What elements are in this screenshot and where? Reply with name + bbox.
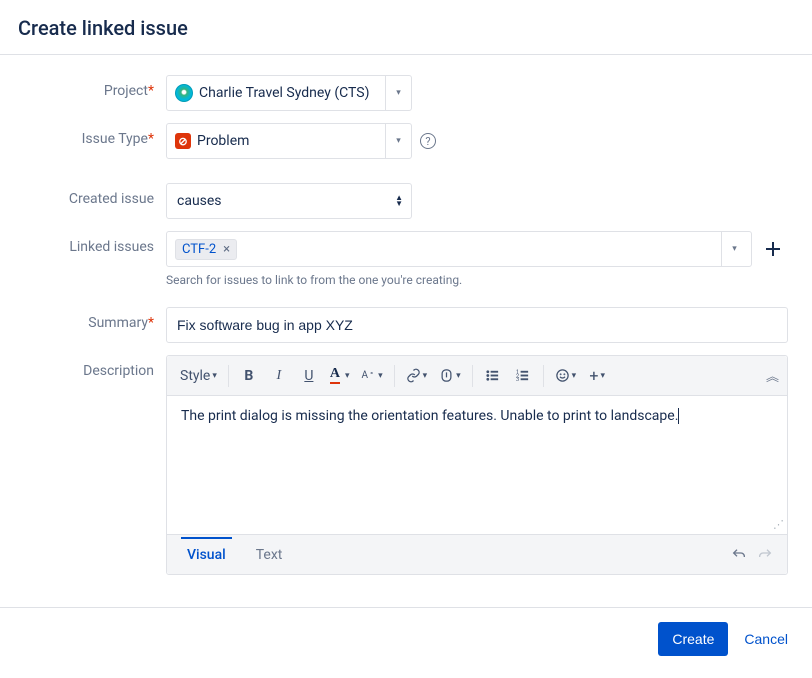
attachment-icon: [439, 368, 454, 383]
row-project: Project* Charlie Travel Sydney (CTS): [0, 75, 812, 111]
underline-button[interactable]: U: [295, 362, 323, 390]
label-summary-text: Summary: [88, 315, 148, 331]
dialog-footer: Create Cancel: [0, 607, 812, 670]
editor-toolbar: Style▾ B I U A▾ A°▾ ▾ ▾: [167, 356, 787, 396]
editor-tabs: Visual Text: [167, 534, 787, 574]
project-select[interactable]: Charlie Travel Sydney (CTS): [166, 75, 412, 111]
text-color-button[interactable]: A▾: [325, 362, 355, 390]
summary-input[interactable]: [166, 307, 788, 343]
required-asterisk: *: [148, 131, 154, 147]
resize-grip-icon[interactable]: ⋰: [773, 518, 784, 531]
bullet-list-button[interactable]: [479, 362, 507, 390]
svg-text:3: 3: [516, 377, 519, 383]
help-icon[interactable]: ?: [420, 133, 436, 149]
form-body: Project* Charlie Travel Sydney (CTS) Iss…: [0, 55, 812, 607]
add-link-button[interactable]: [758, 231, 788, 267]
issue-key: CTF-2: [182, 242, 216, 257]
issue-type-select[interactable]: ⊘ Problem: [166, 123, 412, 159]
description-text: The print dialog is missing the orientat…: [181, 408, 678, 424]
label-created-issue: Created issue: [24, 183, 166, 207]
emoji-icon: [555, 368, 570, 383]
required-asterisk: *: [148, 83, 154, 99]
create-button[interactable]: Create: [658, 622, 728, 656]
sort-icon: ▲▼: [395, 195, 403, 207]
toolbar-separator: [543, 365, 544, 387]
numbered-list-icon: 123: [515, 368, 530, 383]
toolbar-separator: [472, 365, 473, 387]
collapse-toolbar-icon[interactable]: ︽: [766, 366, 779, 385]
required-asterisk: *: [148, 315, 154, 331]
bold-button[interactable]: B: [235, 362, 263, 390]
issue-chip[interactable]: CTF-2 ×: [175, 239, 237, 260]
chevron-down-icon[interactable]: [385, 124, 411, 158]
chevron-down-icon[interactable]: [385, 76, 411, 110]
tab-text[interactable]: Text: [250, 539, 289, 571]
dialog-title: Create linked issue: [0, 0, 812, 55]
emoji-button[interactable]: ▾: [550, 362, 582, 390]
created-issue-value: causes: [177, 193, 222, 209]
description-editor: Style▾ B I U A▾ A°▾ ▾ ▾: [166, 355, 788, 575]
row-issue-type: Issue Type* ⊘ Problem ?: [0, 123, 812, 159]
more-format-button[interactable]: A°▾: [357, 362, 388, 390]
link-icon: [406, 368, 421, 383]
label-linked-issues: Linked issues: [24, 231, 166, 255]
label-project-text: Project: [104, 83, 148, 99]
label-description: Description: [24, 355, 166, 379]
chevron-down-icon[interactable]: [721, 232, 747, 266]
linked-issues-hint: Search for issues to link to from the on…: [166, 273, 788, 287]
row-created-issue: Created issue causes ▲▼: [0, 183, 812, 219]
description-textarea[interactable]: The print dialog is missing the orientat…: [167, 396, 787, 534]
row-description: Description Style▾ B I U A▾ A°▾ ▾ ▾: [0, 355, 812, 575]
label-project: Project*: [24, 75, 166, 99]
italic-button[interactable]: I: [265, 362, 293, 390]
label-issue-type-text: Issue Type: [82, 131, 148, 147]
problem-icon: ⊘: [175, 133, 191, 149]
issue-type-value: Problem: [197, 133, 249, 149]
numbered-list-button[interactable]: 123: [509, 362, 537, 390]
insert-more-button[interactable]: +▾: [583, 362, 611, 390]
toolbar-separator: [228, 365, 229, 387]
row-linked-issues: Linked issues CTF-2 × Search for issues …: [0, 231, 812, 287]
bullet-list-icon: [485, 368, 500, 383]
label-issue-type: Issue Type*: [24, 123, 166, 147]
redo-icon[interactable]: [757, 547, 773, 563]
tab-visual[interactable]: Visual: [181, 537, 232, 571]
row-summary: Summary*: [0, 307, 812, 343]
plus-icon: [765, 241, 781, 257]
project-value: Charlie Travel Sydney (CTS): [199, 85, 369, 101]
attachment-button[interactable]: ▾: [434, 362, 466, 390]
label-summary: Summary*: [24, 307, 166, 331]
link-button[interactable]: ▾: [401, 362, 433, 390]
style-label: Style: [180, 368, 210, 384]
style-dropdown[interactable]: Style▾: [175, 362, 222, 390]
created-issue-select[interactable]: causes ▲▼: [166, 183, 412, 219]
undo-icon[interactable]: [731, 547, 747, 563]
linked-issues-input[interactable]: CTF-2 ×: [166, 231, 752, 267]
cancel-button[interactable]: Cancel: [744, 631, 788, 647]
remove-chip-icon[interactable]: ×: [221, 242, 232, 257]
text-cursor: [678, 408, 679, 424]
toolbar-separator: [394, 365, 395, 387]
project-avatar-icon: [175, 84, 193, 102]
